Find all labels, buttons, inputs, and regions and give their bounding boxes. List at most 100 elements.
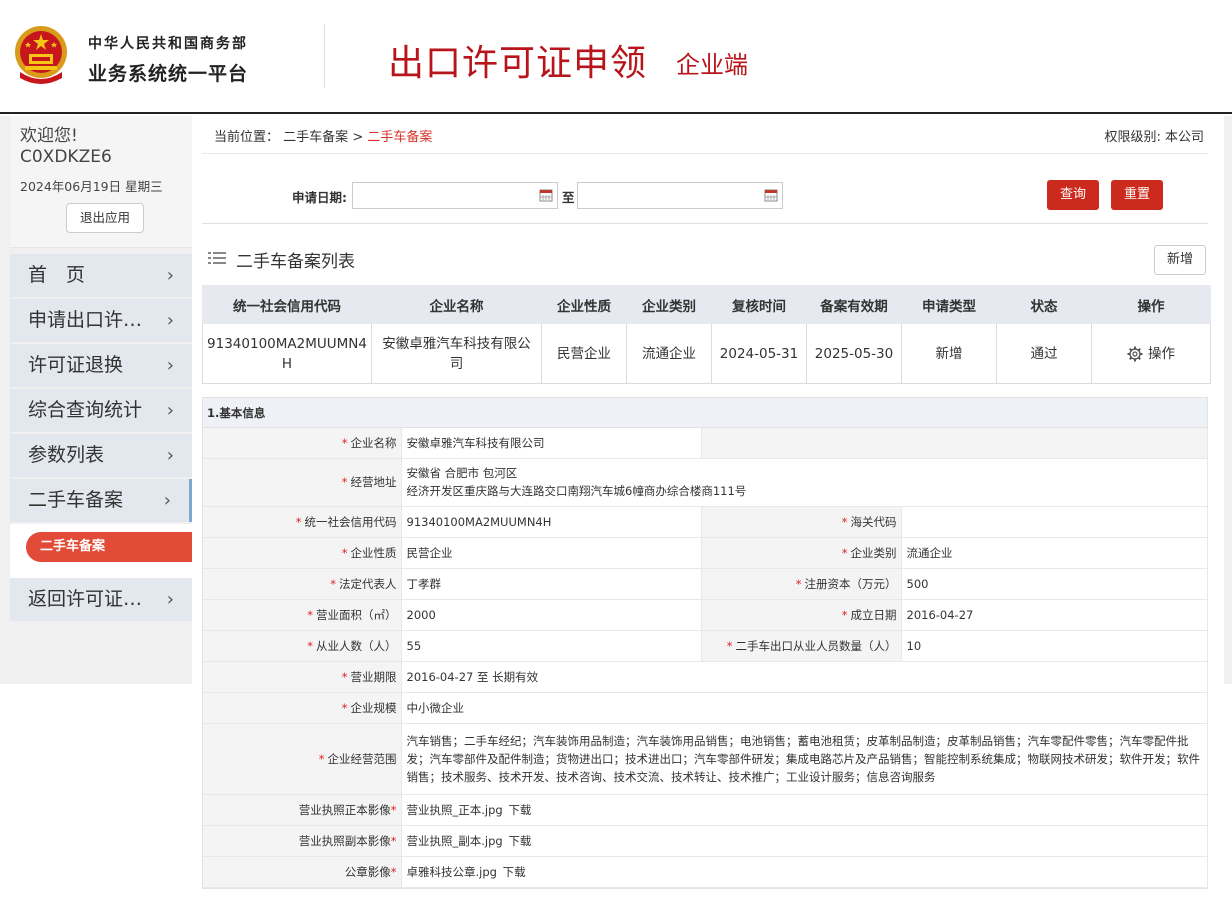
header-divider [324,24,325,88]
chevron-right-icon: › [166,265,174,286]
field-label: * 营业面积（㎡） [203,599,402,631]
field-label: * 企业名称 [203,428,402,459]
field-label: * 企业经营范围 [203,723,402,795]
divider [202,223,1208,224]
sidebar-item-label: 综合查询统计 [28,399,143,421]
download-link[interactable]: 下载 [508,834,531,848]
column-header: 统一社会信用代码 [202,285,372,324]
column-header: 状态 [996,285,1092,324]
cell-nature: 民营企业 [541,323,627,384]
chevron-right-icon: › [166,445,174,466]
detail-row: 营业执照正本影像* 营业执照_正本.jpg 下载 [203,794,1208,826]
calendar-icon[interactable] [539,188,553,202]
field-label: * 企业性质 [203,537,402,569]
detail-panel: 1.基本信息 * 企业名称 安徽卓雅汽车科技有限公司 * 经营地址 安徽省 合肥市 … [202,397,1208,889]
sidebar-item-apply-export[interactable]: 申请出口许… › [10,299,192,342]
category-value: 流通企业 [901,537,1208,569]
license-copy-value: 营业执照_副本.jpg 下载 [401,825,1208,857]
add-button[interactable]: 新增 [1154,245,1206,275]
table-row[interactable]: 91340100MA2MUUMN4H 安徽卓雅汽车科技有限公司 民营企业 流通企… [202,323,1211,384]
username: C0XDKZE6 [20,147,112,167]
permission-level: 权限级别: 本公司 [1104,130,1204,145]
current-date: 2024年06月19日 星期三 [20,179,163,194]
sidebar-subitem-used-car-filing[interactable]: 二手车备案 [26,532,192,562]
column-header: 企业类别 [626,285,712,324]
sidebar-item-label: 二手车备案 [28,489,124,511]
detail-row: * 营业面积（㎡） 2000 * 成立日期 2016-04-27 [203,599,1208,631]
section-title: 1.基本信息 [203,398,1207,428]
column-header: 复核时间 [711,285,807,324]
cell-valid-until: 2025-05-30 [806,323,902,384]
detail-row: * 企业规模 中小微企业 [203,692,1208,724]
customs-code-box [906,509,975,534]
gear-icon [1127,346,1143,361]
logout-button[interactable]: 退出应用 [66,203,144,233]
column-header: 操作 [1091,285,1211,324]
breadcrumb-parent[interactable]: 二手车备案 [283,130,348,145]
field-label: * 法定代表人 [203,568,402,600]
sidebar-item-home[interactable]: 首 页 › [10,254,192,297]
sidebar-item-params[interactable]: 参数列表 › [10,434,192,477]
chevron-right-icon: › [166,400,174,421]
field-label: * 统一社会信用代码 [203,506,402,538]
column-header: 企业名称 [371,285,542,324]
seal-value: 卓雅科技公章.jpg 下载 [401,856,1208,888]
basic-info-table: * 企业名称 安徽卓雅汽车科技有限公司 * 经营地址 安徽省 合肥市 包河区 经济开… [203,428,1208,888]
chevron-right-icon: › [166,310,174,331]
detail-row: * 企业性质 民营企业 * 企业类别 流通企业 [203,537,1208,569]
address-value: 安徽省 合肥市 包河区 经济开发区重庆路与大连路交口南翔汽车城6幢商办综合楼商1… [401,458,1208,507]
breadcrumb-current: 二手车备案 [367,130,433,145]
breadcrumb-prefix: 当前位置： [214,130,280,145]
address-line2: 经济开发区重庆路与大连路交口南翔汽车城6幢商办综合楼商111号 [406,484,747,498]
export-staff-value: 10 [901,630,1208,662]
end-date-input[interactable] [577,182,783,209]
term-value: 2016-04-27 至 长期有效 [401,661,1208,693]
calendar-icon[interactable] [764,188,778,202]
detail-row: * 从业人数（人） 55 * 二手车出口从业人员数量（人） 10 [203,630,1208,662]
detail-row: * 企业经营范围 汽车销售；二手车经纪；汽车装饰用品制造；汽车装饰用品销售；电池销… [203,723,1208,795]
breadcrumb: 当前位置： 二手车备案 > 二手车备案 [214,126,432,145]
sidebar-item-return-license[interactable]: 返回许可证… › [10,578,192,621]
field-label: 营业执照副本影像* [203,825,402,857]
chevron-right-icon: › [166,355,174,376]
detail-row: 公章影像* 卓雅科技公章.jpg 下载 [203,856,1208,888]
detail-row: * 经营地址 安徽省 合肥市 包河区 经济开发区重庆路与大连路交口南翔汽车城6幢商… [203,458,1208,507]
sidebar-item-label: 参数列表 [28,444,105,466]
sidebar-item-used-car[interactable]: 二手车备案 › [10,479,192,522]
chevron-right-icon: › [163,490,171,511]
platform-name: 业务系统统一平台 [88,63,249,85]
download-link[interactable]: 下载 [508,803,531,817]
user-panel: 欢迎您! C0XDKZE6 2024年06月19日 星期三 退出应用 [10,116,192,248]
operation-label: 操作 [1148,345,1175,362]
sidebar-item-label: 申请出口许… [28,309,143,331]
area-value: 2000 [401,599,702,631]
sidebar-item-label: 返回许可证… [28,588,143,610]
file-name: 营业执照_正本.jpg [406,802,503,817]
table-header-row: 统一社会信用代码 企业名称 企业性质 企业类别 复核时间 备案有效期 申请类型 … [202,285,1211,324]
detail-row: * 统一社会信用代码 91340100MA2MUUMN4H * 海关代码 [203,506,1208,538]
date-range-to-label: 至 [562,190,575,205]
detail-row: * 法定代表人 丁孝群 * 注册资本（万元） 500 [203,568,1208,600]
customs-code-value [901,506,1208,538]
field-label: 公章影像* [203,856,402,888]
field-label: * 企业规模 [203,692,402,724]
apply-date-label: 申请日期: [292,190,347,205]
download-link[interactable]: 下载 [503,865,526,879]
sidebar-item-query-stats[interactable]: 综合查询统计 › [10,389,192,432]
sidebar-submenu: 二手车备案 [10,524,192,578]
field-label: * 营业期限 [203,661,402,693]
start-date-input[interactable] [352,182,558,209]
chevron-right-icon: › [166,589,174,610]
operation-button[interactable]: 操作 [1091,323,1211,384]
cell-category: 流通企业 [626,323,712,384]
cell-credit-code: 91340100MA2MUUMN4H [202,323,372,384]
blank-cell [701,428,1208,459]
field-label: * 海关代码 [701,506,902,538]
sidebar-item-license-return[interactable]: 许可证退换 › [10,344,192,387]
column-header: 企业性质 [541,285,627,324]
welcome-text: 欢迎您! [20,126,78,146]
field-label: 营业执照正本影像* [203,794,402,826]
reset-button[interactable]: 重置 [1111,180,1163,210]
detail-row: * 企业名称 安徽卓雅汽车科技有限公司 [203,428,1208,459]
query-button[interactable]: 查询 [1047,180,1099,210]
